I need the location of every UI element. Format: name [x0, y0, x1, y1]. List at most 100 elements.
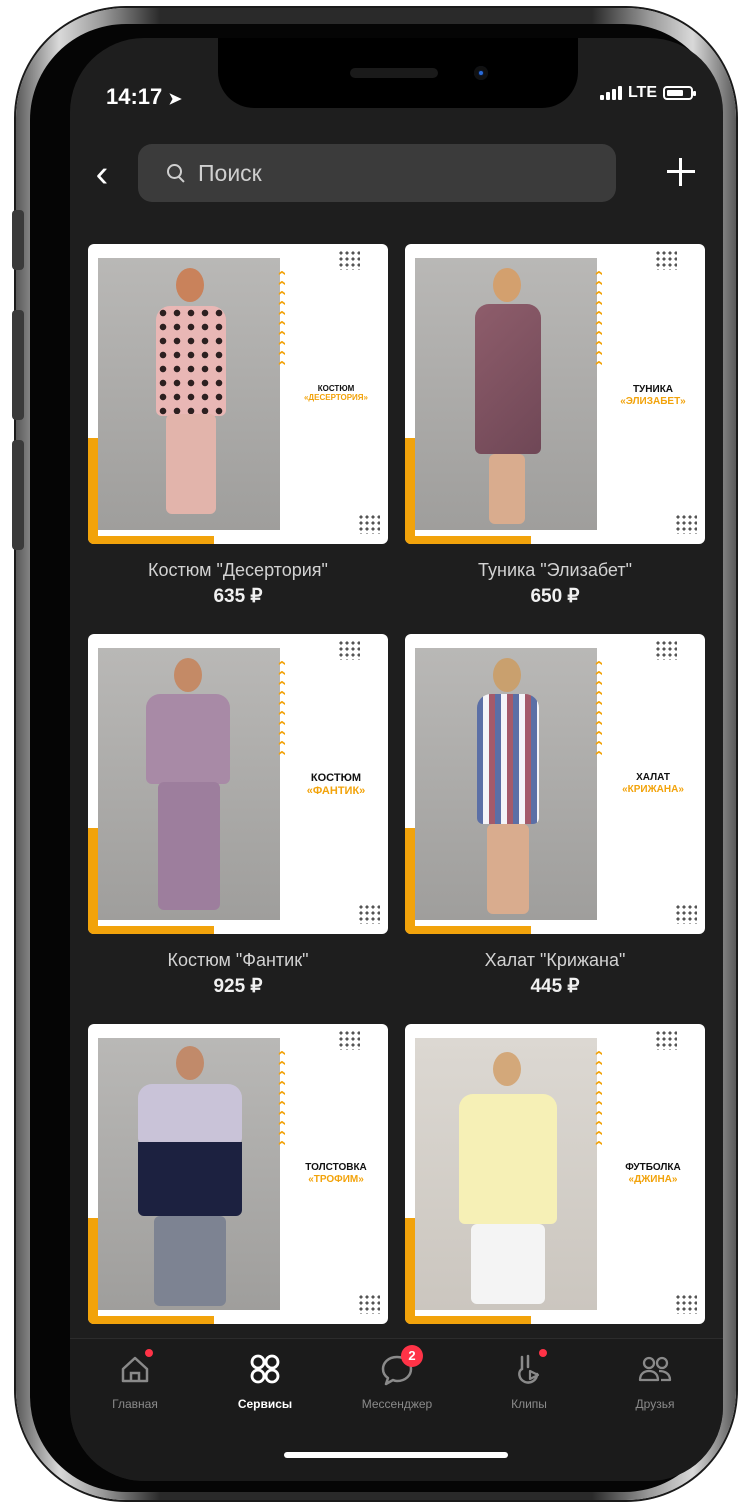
tab-services[interactable]: Сервисы	[210, 1349, 320, 1411]
dots-decoration	[655, 1030, 677, 1050]
product-name[interactable]: Туника "Элизабет"	[405, 560, 705, 581]
product-card[interactable]: › › › › › › › › › › ФУТБОЛКА «ДЖИНА»	[405, 1024, 705, 1324]
product-name[interactable]: Костюм "Десертория"	[88, 560, 388, 581]
model-legs	[489, 454, 525, 524]
model-head	[176, 1046, 204, 1080]
volume-down-button	[12, 440, 24, 550]
product-photo	[415, 648, 597, 920]
tab-home[interactable]: Главная	[80, 1349, 190, 1411]
mute-switch	[12, 210, 24, 270]
product-card[interactable]: › › › › › › › › › › ТОЛСТОВКА «ТРОФИМ»	[88, 1024, 388, 1324]
model-jeans	[154, 1216, 226, 1306]
model-trousers	[471, 1224, 545, 1304]
dots-decoration	[338, 640, 360, 660]
model-head	[493, 1052, 521, 1086]
dots-decoration	[655, 640, 677, 660]
product-price: 650 ₽	[530, 586, 580, 607]
add-button[interactable]	[661, 152, 701, 192]
notch	[218, 38, 578, 108]
top-bar: ‹	[70, 138, 723, 218]
accent-bar-bottom	[405, 1316, 531, 1324]
product-image[interactable]: › › › › › › › › › › КОСТЮМ «ДЕСЕРТОРИЯ»	[88, 244, 388, 544]
product-name[interactable]: Костюм "Фантик"	[88, 950, 388, 971]
accent-bar	[405, 438, 415, 544]
tab-label: Друзья	[635, 1397, 675, 1411]
product-image[interactable]: › › › › › › › › › › ХАЛАТ «КРИЖАНА»	[405, 634, 705, 934]
accent-bar-bottom	[88, 926, 214, 934]
accent-bar	[88, 1218, 98, 1324]
model-trousers	[158, 782, 220, 910]
status-time: 14:17 ➤	[106, 84, 182, 109]
product-card[interactable]: › › › › › › › › › › КОСТЮМ «ДЕСЕРТОРИЯ» Костюм "Д…	[88, 244, 388, 608]
status-indicators: LTE	[599, 84, 696, 102]
product-card[interactable]: › › › › › › › › › › КОСТЮМ «ФАНТИК» Костюм "Фанти…	[88, 634, 388, 998]
notification-dot	[145, 1349, 153, 1357]
clips-icon	[509, 1349, 549, 1389]
decorative-chevrons: › › › › › › › › › ›	[273, 1050, 290, 1146]
location-arrow-icon: ➤	[168, 91, 182, 108]
product-photo	[98, 258, 280, 530]
friends-icon	[635, 1349, 675, 1389]
accent-bar-bottom	[88, 536, 214, 544]
model-trousers	[166, 414, 216, 514]
dots-decoration	[358, 514, 380, 534]
tab-label: Сервисы	[237, 1397, 293, 1411]
accent-bar-bottom	[88, 1316, 214, 1324]
product-name[interactable]: Халат "Крижана"	[405, 950, 705, 971]
dots-decoration	[675, 514, 697, 534]
product-photo	[415, 258, 597, 530]
search-input[interactable]	[196, 158, 600, 188]
decorative-chevrons: › › › › › › › › › ›	[590, 1050, 607, 1146]
network-type: LTE	[627, 84, 657, 101]
volume-up-button	[12, 310, 24, 420]
product-image[interactable]: › › › › › › › › › › ФУТБОЛКА «ДЖИНА»	[405, 1024, 705, 1324]
product-photo	[415, 1038, 597, 1310]
model-hoodie-top	[138, 1084, 242, 1144]
decorative-chevrons: › › › › › › › › › ›	[273, 660, 290, 756]
signal-icon	[599, 86, 622, 100]
bottom-tab-bar: Главная Сервисы 2 Мессенджер Клипы Друзь…	[70, 1338, 723, 1481]
product-label: ТОЛСТОВКА «ТРОФИМ»	[305, 1162, 367, 1185]
dots-decoration	[655, 250, 677, 270]
product-label: ХАЛАТ «КРИЖАНА»	[622, 772, 684, 795]
unread-badge: 2	[401, 1345, 423, 1367]
back-button[interactable]: ‹	[82, 152, 122, 196]
front-camera	[474, 66, 488, 80]
dots-decoration	[675, 904, 697, 924]
tab-friends[interactable]: Друзья	[600, 1349, 710, 1411]
services-icon	[245, 1349, 285, 1389]
dots-decoration	[675, 1294, 697, 1314]
model-legs	[487, 824, 529, 914]
speaker	[350, 68, 438, 78]
decorative-chevrons: › › › › › › › › › ›	[273, 270, 290, 366]
product-price: 925 ₽	[213, 976, 263, 997]
dots-decoration	[358, 904, 380, 924]
model-head	[174, 658, 202, 692]
dots-decoration	[338, 1030, 360, 1050]
accent-bar-bottom	[405, 926, 531, 934]
product-label: ТУНИКА «ЭЛИЗАБЕТ»	[620, 384, 686, 407]
product-label: ФУТБОЛКА «ДЖИНА»	[625, 1162, 681, 1185]
model-dress	[475, 304, 541, 454]
product-label: КОСТЮМ «ФАНТИК»	[306, 772, 366, 797]
home-indicator[interactable]	[284, 1452, 508, 1458]
product-card[interactable]: › › › › › › › › › › ХАЛАТ «КРИЖАНА» Халат "Крижан…	[405, 634, 705, 998]
model-head	[493, 658, 521, 692]
product-image[interactable]: › › › › › › › › › › ТУНИКА «ЭЛИЗАБЕТ»	[405, 244, 705, 544]
model-head	[176, 268, 204, 302]
tab-clips[interactable]: Клипы	[474, 1349, 584, 1411]
model-top	[156, 306, 226, 416]
model-sweatshirt	[459, 1094, 557, 1224]
search-bar[interactable]	[138, 144, 616, 202]
messenger-icon: 2	[377, 1345, 423, 1389]
product-card[interactable]: › › › › › › › › › › ТУНИКА «ЭЛИЗАБЕТ» Туника "Эли…	[405, 244, 705, 608]
tab-messenger[interactable]: 2 Мессенджер	[342, 1345, 452, 1411]
model-hoodie-bottom	[138, 1142, 242, 1216]
product-image[interactable]: › › › › › › › › › › ТОЛСТОВКА «ТРОФИМ»	[88, 1024, 388, 1324]
battery-icon	[663, 86, 696, 100]
app-screen: 14:17 ➤ LTE ‹ ››››››››››	[70, 38, 723, 1481]
dots-decoration	[358, 1294, 380, 1314]
product-image[interactable]: › › › › › › › › › › КОСТЮМ «ФАНТИК»	[88, 634, 388, 934]
product-price: 635 ₽	[213, 586, 263, 607]
accent-bar	[88, 438, 98, 544]
